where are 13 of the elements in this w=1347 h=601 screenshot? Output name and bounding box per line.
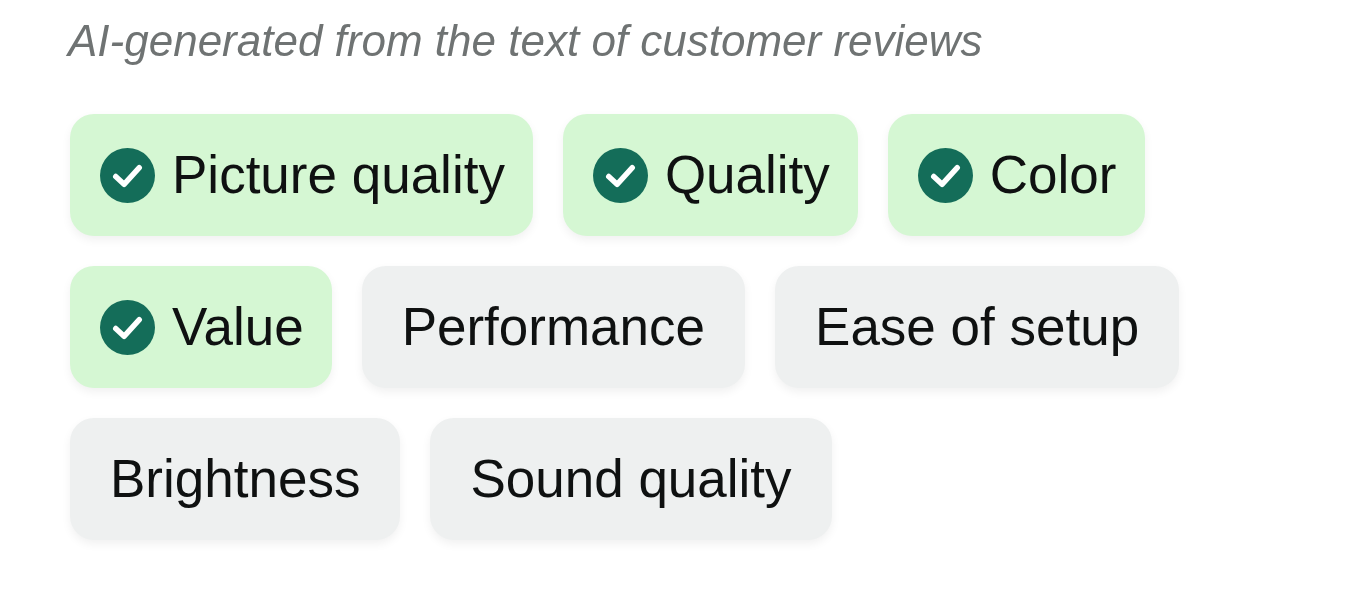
check-circle-icon	[100, 299, 155, 355]
check-circle-icon	[592, 147, 648, 203]
review-topic-chip[interactable]: Performance	[361, 266, 746, 388]
review-topic-chip[interactable]: Quality	[562, 114, 858, 236]
review-topic-chip[interactable]: Brightness	[70, 418, 401, 540]
ai-generated-note: AI-generated from the text of customer reviews	[68, 15, 983, 67]
review-topic-chip[interactable]: Picture quality	[70, 114, 533, 236]
review-topic-chip[interactable]: Value	[70, 266, 332, 388]
review-topic-chip[interactable]: Color	[887, 114, 1145, 236]
review-topic-chip[interactable]: Sound quality	[430, 418, 832, 540]
review-topic-chip[interactable]: Ease of setup	[775, 266, 1180, 388]
check-circle-icon	[100, 147, 155, 203]
check-circle-icon	[917, 147, 973, 203]
